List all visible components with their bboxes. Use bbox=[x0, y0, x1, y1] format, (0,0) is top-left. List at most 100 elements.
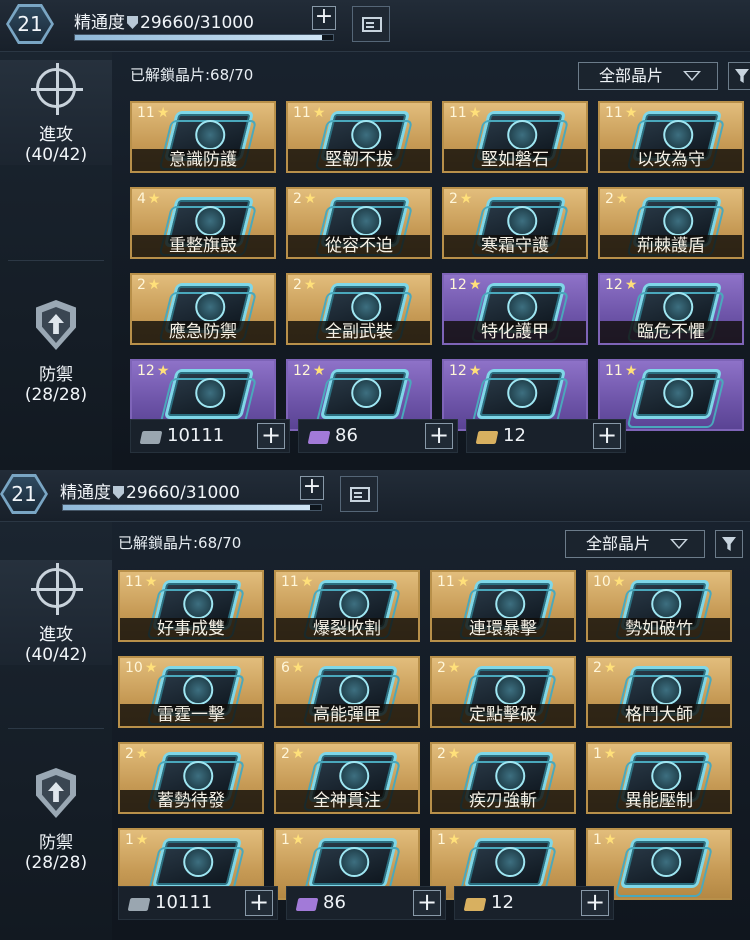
chip-manage-button[interactable] bbox=[352, 6, 390, 42]
chip-card[interactable]: 11 ★ 堅如磐石 bbox=[442, 101, 588, 173]
chip-star-count: 2 bbox=[593, 660, 602, 676]
proficiency-progress-fill bbox=[63, 505, 310, 510]
chip-card[interactable]: 11 ★ 爆裂收割 bbox=[274, 570, 420, 642]
star-icon: ★ bbox=[624, 105, 638, 121]
sidebar-divider bbox=[8, 728, 104, 729]
chip-emblem-icon bbox=[195, 120, 226, 150]
chip-emblem-icon bbox=[339, 761, 370, 791]
add-resource-button[interactable]: + bbox=[257, 423, 285, 449]
chip-star-level: 11 ★ bbox=[125, 574, 157, 590]
sidebar-divider bbox=[8, 260, 104, 261]
filter-button[interactable] bbox=[715, 530, 743, 558]
chip-card[interactable]: 2 ★ 應急防禦 bbox=[130, 273, 276, 345]
chip-emblem-icon bbox=[651, 675, 682, 705]
chip-card[interactable]: 11 ★ 意識防護 bbox=[130, 101, 276, 173]
crosshair-shape bbox=[31, 63, 83, 115]
shield-arrow-icon bbox=[28, 768, 84, 824]
chip-card[interactable]: 2 ★ 寒霜守護 bbox=[442, 187, 588, 259]
resource-counter: 86 + bbox=[286, 886, 446, 920]
chip-card[interactable]: 2 ★ 從容不迫 bbox=[286, 187, 432, 259]
chip-star-level: 10 ★ bbox=[593, 574, 625, 590]
crosshair-shape bbox=[31, 563, 83, 615]
chip-emblem-icon bbox=[507, 120, 538, 150]
chip-emblem-icon bbox=[183, 675, 214, 705]
chip-star-count: 2 bbox=[437, 660, 446, 676]
chip-star-count: 12 bbox=[293, 363, 311, 379]
star-icon: ★ bbox=[135, 746, 149, 762]
chip-emblem-icon bbox=[495, 847, 526, 877]
star-icon: ★ bbox=[456, 574, 470, 590]
chip-star-level: 12 ★ bbox=[449, 363, 481, 379]
add-resource-button[interactable]: + bbox=[593, 423, 621, 449]
chip-card[interactable]: 2 ★ 疾刃強斬 bbox=[430, 742, 576, 814]
chip-emblem-icon bbox=[507, 378, 538, 408]
unlocked-count: 已解鎖晶片:68/70 bbox=[130, 66, 254, 84]
add-resource-button[interactable]: + bbox=[245, 890, 273, 916]
chip-card[interactable]: 11 ★ 以攻為守 bbox=[598, 101, 744, 173]
chip-star-level: 1 ★ bbox=[593, 832, 616, 848]
chip-star-count: 12 bbox=[449, 363, 467, 379]
sidebar-item-attack[interactable]: 進攻 (40/42) bbox=[0, 60, 112, 165]
chip-emblem-icon bbox=[663, 292, 694, 322]
chip-card[interactable]: 2 ★ 格鬥大師 bbox=[586, 656, 732, 728]
chip-star-level: 11 ★ bbox=[437, 574, 469, 590]
add-resource-button[interactable]: + bbox=[425, 423, 453, 449]
chip-image bbox=[307, 838, 399, 888]
chip-card[interactable]: 10 ★ 勢如破竹 bbox=[586, 570, 732, 642]
proficiency-progress-bar bbox=[74, 34, 334, 41]
add-resource-button[interactable]: + bbox=[413, 890, 441, 916]
chip-image bbox=[151, 838, 243, 888]
chip-card[interactable]: 2 ★ 荊棘護盾 bbox=[598, 187, 744, 259]
chip-resource-icon bbox=[463, 898, 487, 911]
chip-star-count: 1 bbox=[593, 746, 602, 762]
chip-card[interactable]: 4 ★ 重整旗鼓 bbox=[130, 187, 276, 259]
filter-button[interactable] bbox=[728, 62, 750, 90]
resource-counter: 10111 + bbox=[130, 419, 290, 453]
chip-card[interactable]: 12 ★ 臨危不懼 bbox=[598, 273, 744, 345]
chip-emblem-icon bbox=[663, 120, 694, 150]
chip-name: 全副武裝 bbox=[288, 321, 430, 343]
chip-star-count: 11 bbox=[449, 105, 467, 121]
chip-name: 荊棘護盾 bbox=[600, 235, 742, 257]
chip-card[interactable]: 11 ★ 連環暴擊 bbox=[430, 570, 576, 642]
chip-card[interactable]: 11 ★ 堅韌不拔 bbox=[286, 101, 432, 173]
proficiency-progress-fill bbox=[75, 35, 322, 40]
chip-name: 堅韌不拔 bbox=[288, 149, 430, 171]
sidebar-item-defense[interactable]: 防禦 (28/28) bbox=[0, 768, 112, 873]
chip-emblem-icon bbox=[495, 761, 526, 791]
chip-name: 臨危不懼 bbox=[600, 321, 742, 343]
chip-card[interactable]: 11 ★ 好事成雙 bbox=[118, 570, 264, 642]
chip-card[interactable]: 1 ★ 異能壓制 bbox=[586, 742, 732, 814]
add-proficiency-button[interactable]: + bbox=[300, 476, 324, 500]
sidebar-item-attack[interactable]: 進攻 (40/42) bbox=[0, 560, 112, 665]
chip-card[interactable]: 10 ★ 雷霆一擊 bbox=[118, 656, 264, 728]
sidebar-item-defense[interactable]: 防禦 (28/28) bbox=[0, 300, 112, 405]
chip-card[interactable]: 6 ★ 高能彈匣 bbox=[274, 656, 420, 728]
chip-star-level: 2 ★ bbox=[293, 191, 316, 207]
level-badge: 21 bbox=[0, 474, 48, 514]
funnel-icon bbox=[735, 69, 749, 83]
chip-card[interactable]: 12 ★ 特化護甲 bbox=[442, 273, 588, 345]
chip-star-count: 2 bbox=[437, 746, 446, 762]
chip-filter-dropdown[interactable]: 全部晶片 bbox=[565, 530, 705, 558]
chip-name: 全神貫注 bbox=[276, 790, 418, 812]
chip-star-level: 2 ★ bbox=[605, 191, 628, 207]
chip-card[interactable]: 2 ★ 全神貫注 bbox=[274, 742, 420, 814]
chip-star-count: 2 bbox=[293, 191, 302, 207]
chip-star-level: 10 ★ bbox=[125, 660, 157, 676]
chip-card[interactable]: 2 ★ 定點擊破 bbox=[430, 656, 576, 728]
chevron-down-icon bbox=[670, 539, 688, 549]
chip-card[interactable]: 2 ★ 蓄勢待發 bbox=[118, 742, 264, 814]
chip-filter-dropdown[interactable]: 全部晶片 bbox=[578, 62, 718, 90]
star-icon: ★ bbox=[603, 746, 617, 762]
star-icon: ★ bbox=[468, 277, 482, 293]
chip-star-level: 2 ★ bbox=[437, 746, 460, 762]
chip-manage-button[interactable] bbox=[340, 476, 378, 512]
chip-card[interactable]: 2 ★ 全副武裝 bbox=[286, 273, 432, 345]
proficiency-label: 精通度 bbox=[60, 483, 111, 503]
add-resource-button[interactable]: + bbox=[581, 890, 609, 916]
chip-filter-label: 全部晶片 bbox=[599, 66, 664, 85]
add-proficiency-button[interactable]: + bbox=[312, 6, 336, 30]
star-icon: ★ bbox=[291, 832, 305, 848]
chip-star-level: 12 ★ bbox=[137, 363, 169, 379]
